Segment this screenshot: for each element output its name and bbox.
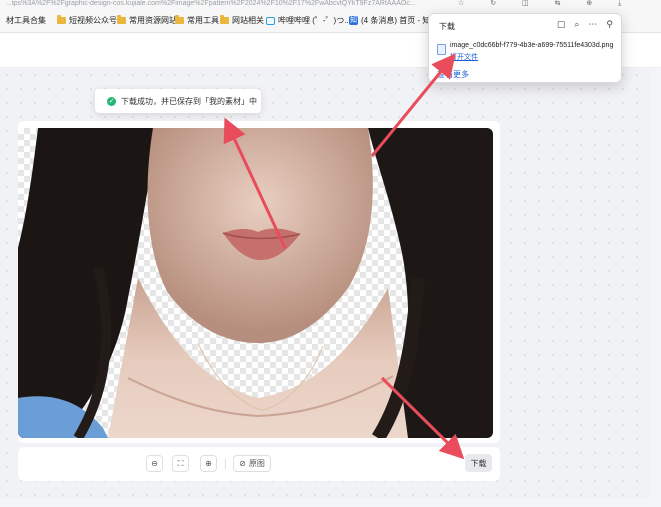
address-text[interactable]: ...tps%3A%2F%2Fgraphic-design-cos.kujial… (6, 0, 416, 8)
bookmark-short-video[interactable]: 短视频公众号 (57, 15, 117, 26)
folder-icon (220, 15, 229, 24)
image-file-icon (437, 44, 446, 55)
zoom-in-icon: ⊕ (205, 459, 212, 468)
folder-open-icon[interactable]: ▢ (557, 19, 566, 30)
tv-icon (266, 16, 275, 25)
original-size-button[interactable]: ⊘ 原图 (233, 455, 271, 472)
fit-screen-button[interactable]: ⛶ (172, 455, 189, 472)
open-file-link[interactable]: 打开文件 (450, 52, 478, 62)
downloads-panel: 下载 ▢ ⌕ ⋯ ⚲ image_c0dc66bf-f779-4b3e-a699… (428, 13, 622, 83)
search-icon[interactable]: ⌕ (574, 19, 579, 30)
folder-icon (57, 15, 66, 24)
downloads-panel-actions: ▢ ⌕ ⋯ ⚲ (557, 19, 613, 30)
bookmark-website[interactable]: 网站相关 (220, 15, 264, 26)
bookmark-bilibili[interactable]: 哔哩哔哩 (゜-゜)つ... (266, 15, 351, 26)
address-bar[interactable]: ...tps%3A%2F%2Fgraphic-design-cos.kujial… (0, 0, 661, 9)
zhihu-icon: 知 (349, 16, 358, 25)
bookmark-tools[interactable]: 材工具合集 (6, 15, 46, 26)
zoom-out-button[interactable]: ⊖ (146, 455, 163, 472)
zoom-out-icon: ⊖ (151, 459, 158, 468)
original-label: 原图 (248, 459, 265, 468)
pin-icon[interactable]: ⚲ (606, 19, 613, 30)
bookmark-zhihu[interactable]: 知 (4 条消息) 首页 - 知乎 (349, 15, 438, 26)
toolbar-divider (225, 459, 226, 469)
downloads-title: 下载 (439, 22, 455, 31)
check-circle-icon: ✓ (107, 96, 116, 106)
image-preview (18, 128, 493, 438)
more-icon[interactable]: ⋯ (588, 19, 597, 30)
browser-toolbar-icons[interactable]: ☆ ↻ ◫ ⇆ ⊕ ⤓ (458, 0, 633, 8)
success-toast: ✓ 下载成功，并已保存到「我的素材」中 (95, 89, 261, 113)
see-more-link[interactable]: 查看更多 (437, 69, 469, 80)
folder-icon (117, 15, 126, 24)
bookmark-resources[interactable]: 常用资源网站 (117, 15, 177, 26)
eye-off-icon: ⊘ (239, 459, 246, 468)
download-label: 下载 (470, 458, 487, 468)
download-button[interactable]: 下载 (465, 454, 492, 472)
folder-icon (175, 15, 184, 24)
download-file-name[interactable]: image_c0dc66bf-f779-4b3e-a699-75511fe430… (450, 42, 613, 49)
toast-message: 下载成功，并已保存到「我的素材」中 (121, 96, 257, 106)
portrait-photo (18, 128, 493, 438)
bookmark-common-tools[interactable]: 常用工具 (175, 15, 219, 26)
fit-screen-icon: ⛶ (177, 458, 184, 468)
zoom-in-button[interactable]: ⊕ (200, 455, 217, 472)
